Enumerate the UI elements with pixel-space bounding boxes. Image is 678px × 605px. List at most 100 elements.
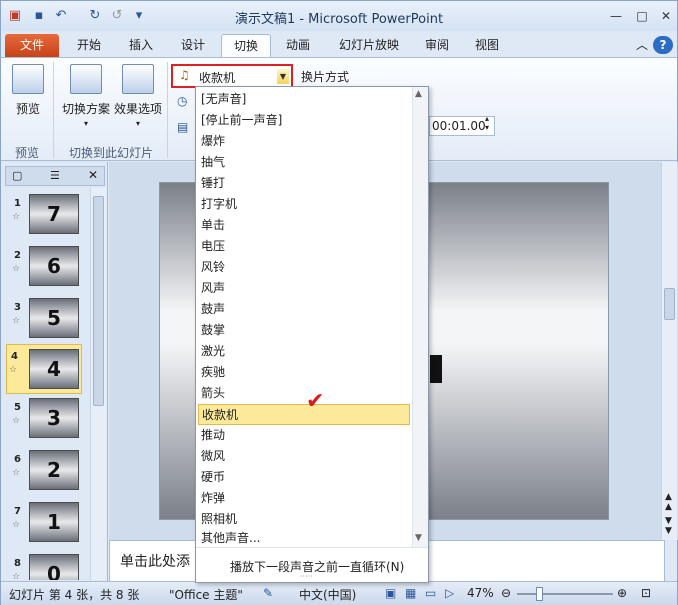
close-window-icon[interactable]: ✕ bbox=[655, 7, 677, 25]
sound-menu-item[interactable]: 风铃 bbox=[198, 257, 410, 278]
tab-slideshow[interactable]: 幻灯片放映 bbox=[327, 34, 411, 57]
sound-menu-item[interactable]: 硬币 bbox=[198, 467, 410, 488]
effect-options-icon bbox=[122, 64, 154, 94]
preview-button[interactable]: 预览 bbox=[9, 64, 47, 117]
title-bar: ▣ ▪ ↶ ↻ ↺ ▾ 演示文稿1 - Microsoft PowerPoint… bbox=[1, 1, 677, 31]
normal-view-icon[interactable]: ▣ bbox=[385, 586, 396, 600]
sound-menu-item[interactable]: 电压 bbox=[198, 236, 410, 257]
slide-info: 幻灯片 第 4 张，共 8 张 bbox=[9, 588, 140, 602]
effect-options-button[interactable]: 效果选项 ▾ bbox=[113, 64, 163, 128]
fit-to-window-icon[interactable]: ⊡ bbox=[641, 586, 651, 600]
slides-tab-icon[interactable]: ▢ bbox=[12, 169, 22, 182]
tab-view[interactable]: 视图 bbox=[465, 34, 509, 57]
sound-menu-footer: 播放下一段声音之前一直循环(N) ····· bbox=[196, 547, 428, 583]
sound-menu-item[interactable]: 照相机 bbox=[198, 509, 410, 530]
chevron-down-icon: ▾ bbox=[83, 119, 88, 128]
slide-thumbnail[interactable]: 2 ☆ 6 bbox=[10, 246, 90, 292]
sound-menu-item[interactable]: 鼓掌 bbox=[198, 320, 410, 341]
sound-menu-item[interactable]: 微风 bbox=[198, 446, 410, 467]
scroll-thumb[interactable] bbox=[664, 288, 675, 320]
apply-all-icon[interactable]: ▤ bbox=[177, 120, 188, 134]
tab-file[interactable]: 文件 bbox=[5, 34, 59, 57]
minimize-icon[interactable]: — bbox=[605, 7, 627, 25]
loop-sound-option[interactable]: 播放下一段声音之前一直循环(N) bbox=[230, 558, 404, 575]
zoom-level[interactable]: 47% bbox=[467, 586, 494, 600]
sorter-view-icon[interactable]: ▦ bbox=[405, 586, 416, 600]
sound-menu-item[interactable]: [无声音] bbox=[198, 89, 410, 110]
outline-tab-icon[interactable]: ☰ bbox=[50, 169, 60, 182]
sound-menu-item-selected[interactable]: 收款机 bbox=[198, 404, 410, 425]
preview-label: 预览 bbox=[15, 102, 40, 116]
sound-menu-item[interactable]: 鼓声 bbox=[198, 299, 410, 320]
reading-view-icon[interactable]: ▭ bbox=[425, 586, 436, 600]
transition-scheme-button[interactable]: 切换方案 ▾ bbox=[59, 64, 113, 128]
slide-thumb-image: 4 bbox=[29, 349, 79, 389]
sound-menu-item[interactable]: 推动 bbox=[198, 425, 410, 446]
resize-grip-icon[interactable]: ····· bbox=[300, 572, 313, 581]
dropdown-arrow-icon[interactable]: ▼ bbox=[277, 69, 289, 84]
restore-icon[interactable]: □ bbox=[631, 7, 653, 25]
sound-menu-item[interactable]: 箭头 bbox=[198, 383, 410, 404]
slide-number: 1 bbox=[14, 198, 21, 209]
sound-menu-item[interactable]: 抽气 bbox=[198, 152, 410, 173]
slides-scrollbar[interactable] bbox=[90, 188, 106, 580]
slide-number: 2 bbox=[14, 250, 21, 261]
sound-menu-item[interactable]: [停止前一声音] bbox=[198, 110, 410, 131]
red-checkmark-icon: ✔ bbox=[306, 389, 325, 414]
sound-menu-item[interactable]: 炸弹 bbox=[198, 488, 410, 509]
other-sound-item[interactable]: 其他声音... bbox=[198, 530, 410, 547]
slide-thumbnail[interactable]: 6 ☆ 2 bbox=[10, 450, 90, 496]
slideshow-view-icon[interactable]: ▷ bbox=[445, 586, 454, 600]
sound-menu-scrollbar[interactable]: ▲ ▼ bbox=[412, 87, 428, 547]
slide-thumbnail-selected[interactable]: 4 ☆ 4 bbox=[6, 344, 82, 394]
zoom-out-icon[interactable]: ⊖ bbox=[501, 586, 511, 600]
tab-design[interactable]: 设计 bbox=[169, 34, 217, 57]
zoom-in-icon[interactable]: ⊕ bbox=[617, 586, 627, 600]
notes-placeholder: 单击此处添 bbox=[120, 554, 190, 570]
spellcheck-icon[interactable]: ✎ bbox=[263, 586, 273, 600]
scroll-thumb[interactable] bbox=[93, 196, 104, 406]
collapse-ribbon-icon[interactable]: ︿ bbox=[633, 34, 651, 57]
scroll-up-icon[interactable]: ▲ bbox=[415, 89, 422, 99]
editor-scrollbar[interactable]: ▲ ▲ ▼ ▼ bbox=[661, 162, 677, 540]
tab-review[interactable]: 审阅 bbox=[415, 34, 459, 57]
slide-thumbnail[interactable]: 1 ☆ 7 bbox=[10, 194, 90, 240]
slide-thumb-image: 0 bbox=[29, 554, 79, 580]
sound-menu-item[interactable]: 锤打 bbox=[198, 173, 410, 194]
transition-star-icon: ☆ bbox=[12, 572, 21, 580]
transition-star-icon: ☆ bbox=[12, 468, 21, 478]
duration-spinner[interactable]: ▴ ▾ bbox=[485, 114, 489, 132]
scroll-down-icon[interactable]: ▼ bbox=[415, 533, 422, 543]
preview-icon bbox=[12, 64, 44, 94]
transition-star-icon: ☆ bbox=[12, 212, 21, 222]
slide-thumbnail[interactable]: 7 ☆ 1 bbox=[10, 502, 90, 548]
zoom-slider-thumb[interactable] bbox=[536, 587, 543, 601]
sound-menu-item[interactable]: 打字机 bbox=[198, 194, 410, 215]
sound-menu-item[interactable]: 疾驰 bbox=[198, 362, 410, 383]
slide-thumbnail[interactable]: 8 ☆ 0 bbox=[10, 554, 90, 580]
help-icon[interactable]: ? bbox=[653, 36, 673, 54]
sound-menu-item[interactable]: 单击 bbox=[198, 215, 410, 236]
slide-thumb-image: 7 bbox=[29, 194, 79, 234]
tab-animations[interactable]: 动画 bbox=[275, 34, 321, 57]
prev-slide-icon[interactable]: ▲ ▲ bbox=[665, 492, 672, 512]
divider bbox=[167, 62, 168, 158]
tab-insert[interactable]: 插入 bbox=[117, 34, 165, 57]
slide-thumbnail[interactable]: 3 ☆ 5 bbox=[10, 298, 90, 344]
sound-menu-item[interactable]: 激光 bbox=[198, 341, 410, 362]
sound-menu-item[interactable]: 爆炸 bbox=[198, 131, 410, 152]
tab-home[interactable]: 开始 bbox=[65, 34, 113, 57]
tab-transitions[interactable]: 切换 bbox=[221, 34, 271, 57]
transition-star-icon: ☆ bbox=[9, 365, 18, 375]
transition-star-icon: ☆ bbox=[12, 316, 21, 326]
transition-scheme-icon bbox=[70, 64, 102, 94]
close-pane-icon[interactable]: ✕ bbox=[88, 168, 98, 182]
zoom-slider[interactable] bbox=[517, 593, 613, 595]
sound-dropdown[interactable]: ♫ 收款机 ▼ bbox=[171, 64, 293, 88]
slide-thumb-image: 3 bbox=[29, 398, 79, 438]
slide-thumbnail[interactable]: 5 ☆ 3 bbox=[10, 398, 90, 444]
sound-value: 收款机 bbox=[199, 71, 236, 85]
sound-menu-item[interactable]: 风声 bbox=[198, 278, 410, 299]
language[interactable]: 中文(中国) bbox=[299, 586, 356, 603]
next-slide-icon[interactable]: ▼ ▼ bbox=[665, 516, 672, 536]
